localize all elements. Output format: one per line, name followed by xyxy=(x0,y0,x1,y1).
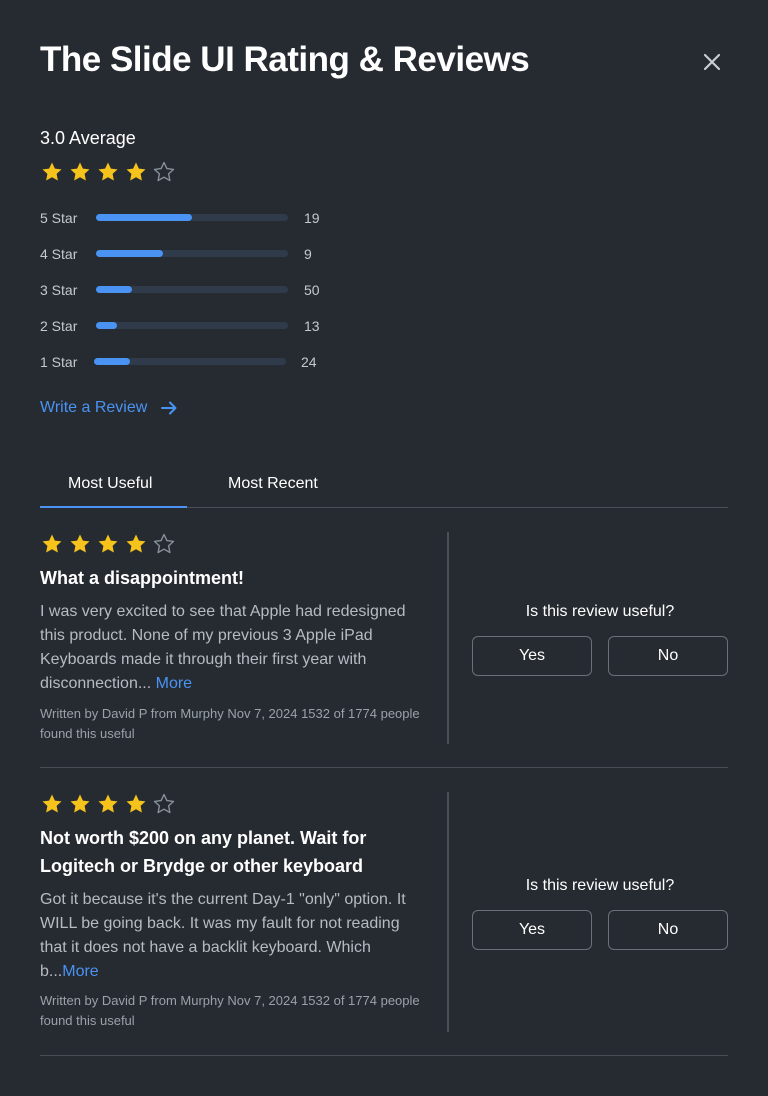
review-text: I was very excited to see that Apple had… xyxy=(40,603,406,692)
star-filled-icon xyxy=(126,794,146,813)
distribution-count: 13 xyxy=(304,318,320,334)
distribution-label: 5 Star xyxy=(40,210,78,226)
review-card: Not worth $200 on any planet. Wait for L… xyxy=(40,768,728,1056)
yes-button[interactable]: Yes xyxy=(472,636,592,676)
average-rating: 3.0 Average xyxy=(40,128,136,148)
distribution-label: 1 Star xyxy=(40,354,78,370)
star-filled-icon xyxy=(42,534,62,553)
review-stars xyxy=(40,532,176,556)
vertical-divider xyxy=(447,792,449,1032)
star-filled-icon xyxy=(126,162,146,181)
rating-distribution: 5 Star 19 4 Star 9 3 Star 50 2 Star 13 1… xyxy=(40,206,340,386)
no-button[interactable]: No xyxy=(608,910,728,950)
distribution-row-1: 1 Star 24 xyxy=(40,350,340,386)
distribution-count: 50 xyxy=(304,282,320,298)
close-icon xyxy=(703,53,721,71)
review-tabs: Most Useful Most Recent xyxy=(40,470,728,508)
star-filled-icon xyxy=(98,534,118,553)
distribution-bar-fill xyxy=(96,286,133,293)
distribution-row-5: 5 Star 19 xyxy=(40,206,340,242)
tab-most-recent[interactable]: Most Recent xyxy=(228,475,318,493)
distribution-row-4: 4 Star 9 xyxy=(40,242,340,278)
star-filled-icon xyxy=(70,162,90,181)
distribution-bar-fill xyxy=(96,322,118,329)
star-filled-icon xyxy=(70,534,90,553)
review-title: What a disappointment! xyxy=(40,568,244,588)
review-card: What a disappointment! I was very excite… xyxy=(40,508,728,768)
review-title: Not worth $200 on any planet. Wait for L… xyxy=(40,828,367,876)
star-filled-icon xyxy=(42,794,62,813)
more-link[interactable]: More xyxy=(62,963,98,980)
distribution-label: 4 Star xyxy=(40,246,78,262)
star-empty-icon xyxy=(153,793,175,814)
distribution-row-3: 3 Star 50 xyxy=(40,278,340,314)
star-filled-icon xyxy=(98,794,118,813)
distribution-count: 19 xyxy=(304,210,320,226)
star-filled-icon xyxy=(126,534,146,553)
more-link[interactable]: More xyxy=(156,675,192,692)
star-empty-icon xyxy=(153,533,175,554)
star-filled-icon xyxy=(98,162,118,181)
write-review-label: Write a Review xyxy=(40,399,148,416)
distribution-bar xyxy=(96,250,288,257)
average-stars xyxy=(40,160,176,184)
distribution-row-2: 2 Star 13 xyxy=(40,314,340,350)
distribution-label: 2 Star xyxy=(40,318,78,334)
review-body: I was very excited to see that Apple had… xyxy=(40,600,430,696)
review-body: Got it because it's the current Day-1 "o… xyxy=(40,888,430,984)
tab-most-useful[interactable]: Most Useful xyxy=(68,475,152,493)
arrow-right-icon xyxy=(161,401,177,415)
distribution-bar-fill xyxy=(94,358,131,365)
distribution-bar xyxy=(94,358,286,365)
page-title: The Slide UI Rating & Reviews xyxy=(40,40,530,79)
yes-button[interactable]: Yes xyxy=(472,910,592,950)
distribution-bar xyxy=(96,322,288,329)
star-filled-icon xyxy=(70,794,90,813)
star-filled-icon xyxy=(42,162,62,181)
useful-question: Is this review useful? xyxy=(525,877,675,894)
distribution-count: 24 xyxy=(301,354,317,370)
review-meta: Written by David P from Murphy Nov 7, 20… xyxy=(40,706,420,741)
write-review-link[interactable]: Write a Review xyxy=(40,398,179,418)
distribution-bar-fill xyxy=(96,214,192,221)
distribution-label: 3 Star xyxy=(40,282,78,298)
distribution-count: 9 xyxy=(304,246,312,262)
distribution-bar xyxy=(96,214,288,221)
no-button[interactable]: No xyxy=(608,636,728,676)
close-button[interactable] xyxy=(700,50,724,74)
vertical-divider xyxy=(447,532,449,744)
star-empty-icon xyxy=(153,161,175,182)
distribution-bar-fill xyxy=(96,250,164,257)
review-meta: Written by David P from Murphy Nov 7, 20… xyxy=(40,993,420,1028)
reviews-panel: The Slide UI Rating & Reviews 3.0 Averag… xyxy=(0,0,768,1096)
useful-question: Is this review useful? xyxy=(525,603,675,620)
distribution-bar xyxy=(96,286,288,293)
review-stars xyxy=(40,792,176,816)
